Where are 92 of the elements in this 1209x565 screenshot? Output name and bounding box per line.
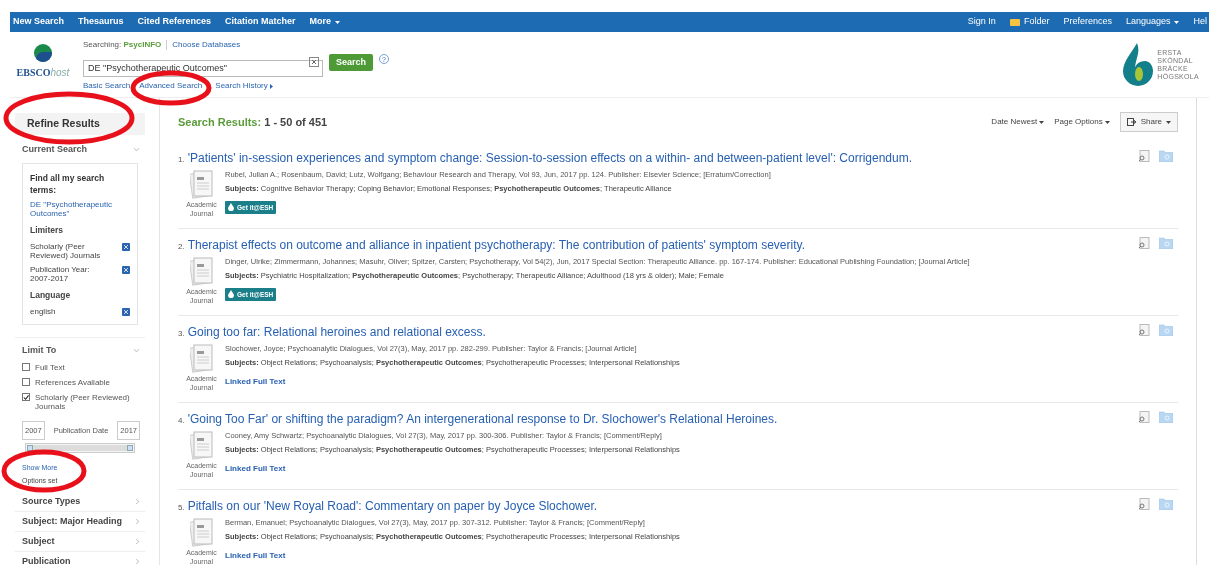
nav-link[interactable]: New Search [13,15,65,29]
preview-icon[interactable] [1138,498,1150,510]
result-title-link[interactable]: 'Going Too Far' or shifting the paradigm? An intergenerational response to Dr. Slochower's Relational Heroines. [187,410,778,428]
checkbox[interactable] [22,378,30,386]
checkbox[interactable] [22,363,30,371]
nav-link[interactable]: Cited References [137,15,212,29]
nav-link[interactable]: Languages [1125,15,1180,29]
checkbox-option[interactable]: References Available [22,378,145,387]
folder-icon [1009,18,1020,26]
search-mode-link[interactable]: Advanced Search [139,80,203,92]
choose-databases-link[interactable]: Choose Databases [172,39,241,51]
journal-icon [189,256,214,286]
drop-icon [228,203,234,212]
linked-full-text-link[interactable]: Linked Full Text [225,462,286,475]
nav-link[interactable]: More [309,15,341,29]
add-to-folder-icon[interactable] [1159,498,1173,510]
nav-link[interactable]: Thesaurus [78,15,124,29]
refine-results-header: Refine Results [15,113,145,135]
result-title-link[interactable]: Pitfalls on our 'New Royal Road': Commentary on paper by Joyce Slochower. [187,497,598,515]
remove-button[interactable] [122,242,130,251]
journal-icon [189,517,214,547]
facet-item[interactable]: Subject [15,532,145,553]
preview-icon[interactable] [1138,150,1150,162]
limiter-label: Scholarly (Peer Reviewed) Journals [30,241,102,260]
caret-icon [1174,20,1180,24]
query-link[interactable]: DE "Psychotherapeutic Outcomes" [30,200,130,218]
drop-logo-icon [1123,43,1154,87]
result-number: 4. [178,415,185,427]
caret-icon [1039,120,1045,124]
journal-icon [189,343,214,373]
ebsco-logo: EBSCOhost [16,66,70,80]
section-heading[interactable]: Current Search [22,143,88,157]
linked-full-text-link[interactable]: Linked Full Text [225,375,286,388]
facet-item[interactable]: Publication [15,552,145,565]
chevron-right-icon [136,499,139,505]
search-button[interactable]: Search [329,54,374,71]
checkbox-option[interactable]: Full Text [22,363,145,372]
chevron-icon[interactable] [134,348,139,352]
result-number: 1. [178,154,185,166]
dropdown-menu[interactable]: Page Options [1054,116,1110,128]
facet-item[interactable]: Subject: Major Heading [15,512,145,533]
limiter-label: english [30,306,57,316]
add-to-folder-icon[interactable] [1159,150,1173,162]
caret-icon [335,20,341,24]
result-title-link[interactable]: Therapist effects on outcome and alliance in inpatient psychotherapy: The contribution of patients' symptom severity. [187,236,805,254]
ebsco-globe-icon [34,44,52,62]
nav-link[interactable]: Hel [1193,15,1207,29]
search-field[interactable]: DE "Psychotherapeutic Outcomes" [83,59,323,77]
chevron-icon[interactable] [134,148,139,152]
preview-icon[interactable] [1138,237,1150,249]
linked-full-text-link[interactable]: Linked Full Text [225,549,286,562]
search-mode-link[interactable]: Basic Search [83,80,131,92]
add-to-folder-icon[interactable] [1159,324,1173,336]
section-heading[interactable]: Limit To [22,343,57,357]
checkbox[interactable] [22,393,30,401]
chevron-right-icon [136,519,139,525]
find-all-label: Find all my search terms: [30,171,106,197]
share-icon [1126,118,1137,126]
dropdown-menu[interactable]: Date Newest [991,116,1045,128]
result-number: 5. [178,502,185,514]
add-to-folder-icon[interactable] [1159,411,1173,423]
add-to-folder-icon[interactable] [1159,237,1173,249]
nav-link[interactable]: Sign In [967,15,996,29]
checkbox-option[interactable]: Scholarly (Peer Reviewed) Journals [22,393,145,411]
group-heading: Limiters [30,224,65,237]
triangle-icon [269,83,273,89]
chevron-right-icon [136,539,139,545]
result-title-link[interactable]: 'Patients' in-session experiences and symptom change: Session-to-session effects on a within- and between-patient level': Corrigendum. [187,149,913,167]
preview-icon[interactable] [1138,324,1150,336]
remove-button[interactable] [122,265,130,274]
journal-icon [189,169,214,199]
clear-icon[interactable] [309,57,319,67]
facet-item[interactable]: Source Types [15,492,145,513]
result-number: 2. [178,241,185,253]
drop-icon [228,290,234,299]
journal-icon [189,430,214,460]
result-title-link[interactable]: Going too far: Relational heroines and relational excess. [187,323,486,341]
group-heading: Language [30,288,72,302]
caret-icon [1104,120,1110,124]
caret-icon [1166,120,1171,124]
preview-icon[interactable] [1138,411,1150,423]
limiter-label: Publication Year: 2007-2017 [30,264,91,283]
searching-label: Searching: PsycINFO [83,39,162,51]
share-button[interactable]: Share [1119,112,1178,132]
result-number: 3. [178,328,185,340]
remove-button[interactable] [122,307,130,316]
chevron-right-icon [136,559,139,565]
nav-link[interactable]: Preferences [1063,15,1112,29]
search-mode-link[interactable]: Search History [215,80,273,92]
nav-link[interactable]: Citation Matcher [225,15,296,29]
nav-link[interactable]: Folder [1009,15,1050,29]
results-count: Search Results: 1 - 50 of 451 [178,114,328,130]
